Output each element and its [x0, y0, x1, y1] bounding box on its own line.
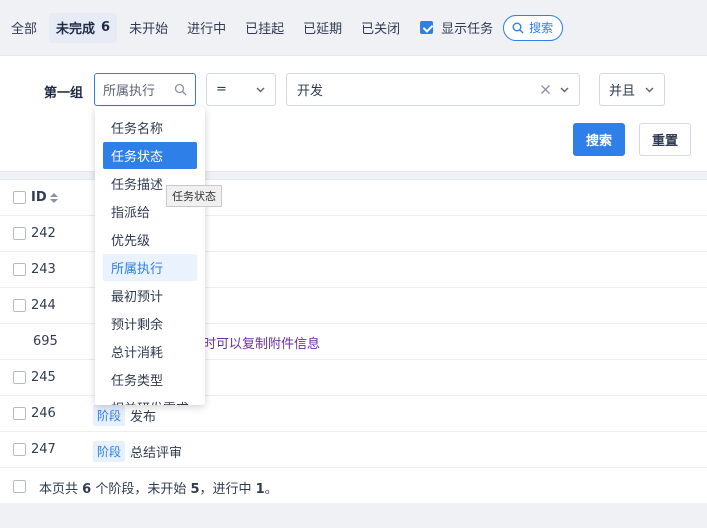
dropdown-item[interactable]: 相关研发需求 — [103, 394, 197, 405]
chevron-down-icon — [645, 87, 654, 93]
dropdown-item[interactable]: 预计剩余 — [103, 310, 197, 337]
logic-select[interactable]: 并且 — [599, 73, 665, 106]
row-title-link[interactable]: 总结评审 — [130, 442, 182, 461]
search-toggle-button[interactable]: 搜索 — [503, 14, 564, 41]
footer-select-all-checkbox[interactable] — [13, 480, 26, 493]
row-title-link[interactable]: 时可以复制附件信息 — [203, 333, 320, 352]
tab-delayed[interactable]: 已延期 — [296, 13, 349, 43]
row-id: 242 — [31, 226, 56, 241]
show-tasks-label: 显示任务 — [441, 22, 494, 37]
tab-unfinished[interactable]: 未完成 6 — [49, 12, 118, 43]
chevron-down-icon — [560, 87, 569, 93]
value-select[interactable]: 开发 — [286, 73, 580, 106]
tab-label: 已延期 — [303, 22, 343, 37]
dropdown-item[interactable]: 任务类型 — [103, 366, 197, 393]
chevron-down-icon — [256, 87, 265, 93]
tab-label: 已关闭 — [361, 22, 401, 37]
tab-closed[interactable]: 已关闭 — [354, 13, 407, 43]
row-id: 243 — [31, 262, 56, 277]
tab-label: 未开始 — [129, 22, 169, 37]
tooltip: 任务状态 — [166, 185, 222, 207]
tab-all[interactable]: 全部 — [4, 13, 44, 43]
search-toggle-label: 搜索 — [529, 21, 554, 35]
dropdown-item[interactable]: 任务状态 — [103, 142, 197, 169]
row-id: 246 — [31, 406, 56, 421]
status-tab-bar: 全部 未完成 6 未开始 进行中 已挂起 已延期 已关闭 显示任务 搜索 — [0, 0, 707, 55]
field-select[interactable]: 所属执行 — [94, 73, 196, 106]
row-id: 247 — [31, 442, 56, 457]
row-id: 245 — [31, 370, 56, 385]
row-checkbox[interactable] — [13, 227, 26, 240]
row-checkbox[interactable] — [13, 443, 26, 456]
id-column-header[interactable]: ID — [31, 190, 47, 205]
tab-label: 未完成 — [56, 22, 96, 37]
search-icon — [174, 83, 187, 96]
search-button[interactable]: 搜索 — [573, 123, 625, 156]
table-summary: 本页共 6 个阶段，未开始 5，进行中 1。 — [39, 482, 278, 497]
row-checkbox[interactable] — [13, 407, 26, 420]
tab-label: 进行中 — [187, 22, 227, 37]
reset-button[interactable]: 重置 — [639, 123, 691, 156]
show-tasks-checkbox[interactable] — [420, 21, 434, 34]
operator-value: = — [216, 82, 227, 97]
dropdown-item[interactable]: 最初预计 — [103, 282, 197, 309]
dropdown-item[interactable]: 优先级 — [103, 226, 197, 253]
tab-in-progress[interactable]: 进行中 — [180, 13, 233, 43]
value-value: 开发 — [297, 84, 324, 99]
operator-select[interactable]: = — [206, 73, 276, 106]
stage-tag: 阶段 — [93, 405, 126, 426]
table-footer: 本页共 6 个阶段，未开始 5，进行中 1。 — [0, 468, 707, 504]
row-checkbox[interactable] — [13, 371, 26, 384]
tab-label: 已挂起 — [245, 22, 285, 37]
field-dropdown-menu: 任务名称 任务状态 任务描述 指派给 优先级 所属执行 最初预计 预计剩余 总计… — [95, 107, 205, 405]
dropdown-item[interactable]: 所属执行 — [103, 254, 197, 281]
row-checkbox[interactable] — [13, 299, 26, 312]
row-id: 695 — [33, 334, 58, 349]
tab-not-started[interactable]: 未开始 — [122, 13, 175, 43]
select-all-checkbox[interactable] — [13, 191, 26, 204]
group-label: 第一组 — [44, 86, 84, 101]
show-tasks-toggle[interactable]: 显示任务 — [420, 18, 493, 37]
dropdown-item[interactable]: 总计消耗 — [103, 338, 197, 365]
search-icon — [512, 22, 524, 33]
logic-value: 并且 — [609, 84, 636, 99]
clear-icon[interactable] — [540, 84, 551, 95]
sort-icon[interactable] — [49, 192, 59, 204]
dropdown-item[interactable]: 任务名称 — [103, 114, 197, 141]
stage-tag: 阶段 — [93, 441, 126, 462]
row-id: 244 — [31, 298, 56, 313]
field-select-placeholder: 所属执行 — [103, 84, 156, 99]
table-row[interactable]: 247 阶段 总结评审 — [0, 432, 707, 468]
row-checkbox[interactable] — [13, 263, 26, 276]
tab-label: 全部 — [11, 22, 38, 37]
row-title-link[interactable]: 发布 — [130, 406, 156, 425]
tab-count: 6 — [101, 20, 111, 35]
tab-suspended[interactable]: 已挂起 — [238, 13, 291, 43]
